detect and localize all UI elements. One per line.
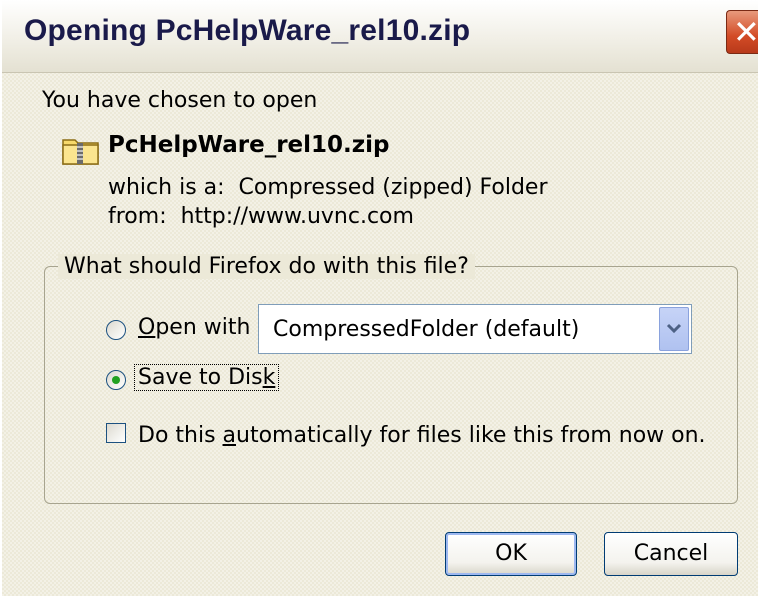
auto-action-checkbox[interactable]: [106, 423, 126, 443]
file-type-value: Compressed (zipped) Folder: [238, 175, 548, 200]
file-source: from: http://www.uvnc.com: [108, 204, 414, 229]
file-source-label: from:: [108, 204, 167, 229]
window-title: Opening PcHelpWare_rel10.zip: [24, 14, 471, 47]
application-select-value: CompressedFolder (default): [273, 317, 580, 342]
intro-text: You have chosen to open: [42, 88, 318, 113]
chevron-down-icon: [666, 323, 682, 334]
title-bar[interactable]: Opening PcHelpWare_rel10.zip ✕: [2, 0, 758, 73]
ok-button[interactable]: OK: [445, 532, 577, 576]
folder-zip-icon: [62, 139, 99, 165]
save-to-disk-label[interactable]: Save to Disk: [134, 364, 280, 391]
auto-action-label[interactable]: Do this automatically for files like thi…: [138, 423, 706, 448]
file-type: which is a: Compressed (zipped) Folder: [108, 175, 548, 200]
dropdown-arrow-button[interactable]: [659, 307, 689, 351]
dialog-window: Opening PcHelpWare_rel10.zip ✕ You have …: [0, 0, 758, 596]
close-icon: ✕: [733, 13, 758, 51]
save-to-disk-radio[interactable]: [106, 370, 126, 390]
cancel-button[interactable]: Cancel: [604, 532, 738, 576]
open-with-radio[interactable]: [106, 320, 126, 340]
file-type-label: which is a:: [108, 175, 225, 200]
radio-selected-dot: [112, 376, 120, 384]
file-source-value: http://www.uvnc.com: [180, 204, 414, 229]
file-name: PcHelpWare_rel10.zip: [108, 132, 390, 158]
open-with-label[interactable]: Open with: [138, 315, 250, 340]
close-button[interactable]: ✕: [726, 10, 758, 54]
application-select[interactable]: CompressedFolder (default): [258, 304, 692, 354]
action-group-legend: What should Firefox do with this file?: [58, 254, 475, 279]
